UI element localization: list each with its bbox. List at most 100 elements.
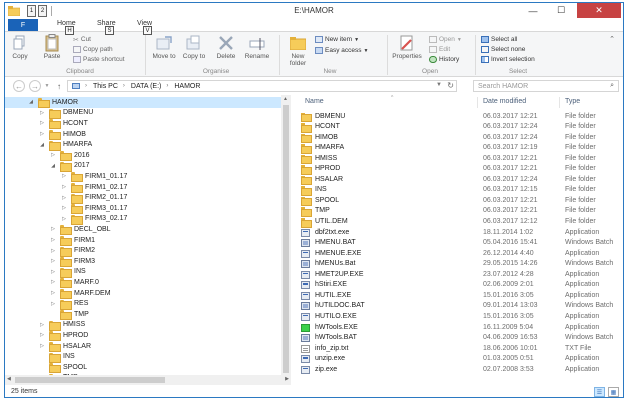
column-header-date[interactable]: Date modified xyxy=(483,98,526,105)
collapsed-arrow-icon[interactable]: ▷ xyxy=(49,290,57,296)
file-row[interactable]: hWTools.EXE 16.11.2009 5:04 Application xyxy=(295,322,623,333)
collapsed-arrow-icon[interactable]: ▷ xyxy=(38,120,46,126)
tree-item[interactable]: ▷ DBMENU xyxy=(38,108,93,119)
tree-vertical-scrollbar[interactable]: ▲ ▼ xyxy=(281,95,291,385)
tree-item[interactable]: ▷ INS xyxy=(49,267,86,278)
up-button[interactable]: ↑ xyxy=(53,80,65,92)
history-button[interactable]: History xyxy=(429,56,459,63)
file-row[interactable]: zip.exe 02.07.2008 3:53 Application xyxy=(295,364,623,375)
file-row[interactable]: unzip.exe 01.03.2005 0:51 Application xyxy=(295,354,623,365)
properties-button[interactable]: Properties xyxy=(391,34,423,60)
tree-item[interactable]: ◢ HAMOR xyxy=(5,97,281,109)
invert-selection-button[interactable]: Invert selection xyxy=(481,56,535,63)
tree-item[interactable]: ▷ FIRM2 xyxy=(49,245,95,257)
file-row[interactable]: hStiri.EXE 02.06.2009 2:01 Application xyxy=(295,280,623,291)
collapsed-arrow-icon[interactable]: ▷ xyxy=(49,258,57,264)
copy-to-button[interactable]: Copy to xyxy=(181,34,207,60)
file-row[interactable]: INS 06.03.2017 12:15 File folder xyxy=(295,185,623,196)
collapse-ribbon-icon[interactable]: ⌃ xyxy=(609,35,615,43)
column-header-type[interactable]: Type xyxy=(565,98,580,105)
file-row[interactable]: hUTILDOC.BAT 09.01.2014 13:03 Windows Batc… xyxy=(295,301,623,312)
tree-item[interactable]: SPOOL xyxy=(38,362,87,374)
expanded-arrow-icon[interactable]: ◢ xyxy=(38,142,46,148)
tree-item[interactable]: ▷ FIRM1 xyxy=(49,235,95,247)
collapsed-arrow-icon[interactable]: ▷ xyxy=(38,332,46,338)
collapsed-arrow-icon[interactable]: ▷ xyxy=(38,322,46,328)
collapsed-arrow-icon[interactable]: ▷ xyxy=(49,269,57,275)
collapsed-arrow-icon[interactable]: ▷ xyxy=(49,237,57,243)
tree-item[interactable]: ▷ FIRM3_02.17 xyxy=(60,214,127,225)
collapsed-arrow-icon[interactable]: ▷ xyxy=(60,173,68,179)
file-row[interactable]: TMP 06.03.2017 12:21 File folder xyxy=(295,206,623,217)
file-row[interactable]: UTIL.DEM 06.03.2017 12:12 File folder xyxy=(295,217,623,228)
breadcrumb-hamor[interactable]: HAMOR xyxy=(174,83,200,90)
collapsed-arrow-icon[interactable]: ▷ xyxy=(60,184,68,190)
tree-item[interactable]: ▷ HIMOB xyxy=(38,129,86,141)
collapsed-arrow-icon[interactable]: ▷ xyxy=(49,279,57,285)
file-row[interactable]: HCONT 06.03.2017 12:24 File folder xyxy=(295,122,623,133)
file-row[interactable]: HPROD 06.03.2017 12:21 File folder xyxy=(295,164,623,175)
file-row[interactable]: SPOOL 06.03.2017 12:21 File folder xyxy=(295,195,623,207)
breadcrumb-drive[interactable]: DATA (E:) xyxy=(131,83,161,90)
tree-item[interactable]: ◢ HMARFA xyxy=(38,139,92,151)
file-row[interactable]: info_zip.txt 18.06.2006 10:01 TXT File xyxy=(295,343,623,354)
select-all-button[interactable]: Select all xyxy=(481,36,517,43)
column-header-name[interactable]: Name xyxy=(305,98,324,105)
minimize-button[interactable]: — xyxy=(521,3,545,18)
tree-item[interactable]: TMP xyxy=(49,309,89,321)
tree-item[interactable]: ▷ 2016 xyxy=(49,150,90,162)
tree-item[interactable]: ▷ FIRM1_02.17 xyxy=(60,182,127,194)
tree-hscroll-thumb[interactable] xyxy=(15,377,165,383)
column-separator[interactable] xyxy=(559,97,560,108)
select-none-button[interactable]: Select none xyxy=(481,46,525,53)
file-row[interactable]: HIMOB 06.03.2017 12:24 File folder xyxy=(295,132,623,144)
back-button[interactable]: ← xyxy=(13,80,25,92)
forward-button[interactable]: → xyxy=(29,80,41,92)
collapsed-arrow-icon[interactable]: ▷ xyxy=(60,205,68,211)
collapsed-arrow-icon[interactable]: ▷ xyxy=(49,248,57,254)
close-button[interactable]: ✕ xyxy=(577,3,621,18)
address-bar[interactable]: › This PC › DATA (E:) › HAMOR ▼ ↻ xyxy=(67,80,457,92)
tree-scroll-thumb[interactable] xyxy=(283,105,289,373)
tree-item[interactable]: ▷ FIRM3 xyxy=(49,256,95,268)
recent-locations-chevron-icon[interactable]: ▼ xyxy=(43,80,51,92)
search-box[interactable]: Search HAMOR ⌕ xyxy=(473,80,619,92)
file-row[interactable]: HMARFA 06.03.2017 12:19 File folder xyxy=(295,143,623,154)
collapsed-arrow-icon[interactable]: ▷ xyxy=(38,131,46,137)
tree-horizontal-scrollbar[interactable]: ◀ ▶ xyxy=(5,375,291,385)
file-row[interactable]: HUTIL.EXE 15.01.2016 3:05 Application xyxy=(295,290,623,301)
refresh-icon[interactable]: ↻ xyxy=(447,81,454,90)
tree-item[interactable]: ▷ HCONT xyxy=(38,118,88,130)
navigation-tree[interactable]: ◢ HAMOR ▷ DBMENU ▷ HCONT ▷ HIMOB ◢ HMARFA ▷ 2016 ◢ 20… xyxy=(5,95,281,385)
tree-item[interactable]: ◢ 2017 xyxy=(49,161,90,172)
maximize-button[interactable]: ☐ xyxy=(549,3,573,18)
delete-button[interactable]: Delete xyxy=(213,34,239,60)
new-item-button[interactable]: New item ▼ xyxy=(315,36,359,43)
file-list[interactable]: ^ Name Date modified Type DBMENU 06.03.20… xyxy=(295,95,623,385)
file-row[interactable]: HMISS 06.03.2017 12:21 File folder xyxy=(295,153,623,165)
collapsed-arrow-icon[interactable]: ▷ xyxy=(38,343,46,349)
new-folder-button[interactable]: New folder xyxy=(285,34,311,67)
rename-button[interactable]: Rename xyxy=(243,34,271,60)
column-separator[interactable] xyxy=(477,97,478,108)
expanded-arrow-icon[interactable]: ◢ xyxy=(49,163,57,169)
file-row[interactable]: hMENUs.Bat 29.05.2015 14:26 Windows Batch xyxy=(295,259,623,270)
tree-item[interactable]: ▷ DECL_OBL xyxy=(49,224,111,236)
collapsed-arrow-icon[interactable]: ▷ xyxy=(38,110,46,116)
file-row[interactable]: DBMENU 06.03.2017 12:21 File folder xyxy=(295,111,623,122)
tree-item[interactable]: ▷ FIRM1_01.17 xyxy=(60,171,127,183)
collapsed-arrow-icon[interactable]: ▷ xyxy=(60,195,68,201)
tree-item[interactable]: INS xyxy=(38,351,75,363)
scroll-left-icon[interactable]: ◀ xyxy=(7,376,11,382)
file-row[interactable]: HSALAR 06.03.2017 12:24 File folder xyxy=(295,174,623,186)
collapsed-arrow-icon[interactable]: ▷ xyxy=(49,226,57,232)
file-row[interactable]: hWTools.BAT 04.06.2009 16:53 Windows Batch xyxy=(295,333,623,344)
tree-item[interactable]: ▷ RES xyxy=(49,298,88,310)
paste-button[interactable]: Paste xyxy=(43,34,61,60)
file-row[interactable]: HMENU.BAT 05.04.2016 15:41 Windows Batch xyxy=(295,238,623,249)
collapsed-arrow-icon[interactable]: ▷ xyxy=(49,152,57,158)
cut-button[interactable]: ✂ Cut xyxy=(73,36,91,44)
scroll-up-icon[interactable]: ▲ xyxy=(283,96,288,102)
file-row[interactable]: HMET2UP.EXE 23.07.2012 4:28 Application xyxy=(295,269,623,280)
tree-item[interactable]: ▷ HSALAR xyxy=(38,341,91,353)
